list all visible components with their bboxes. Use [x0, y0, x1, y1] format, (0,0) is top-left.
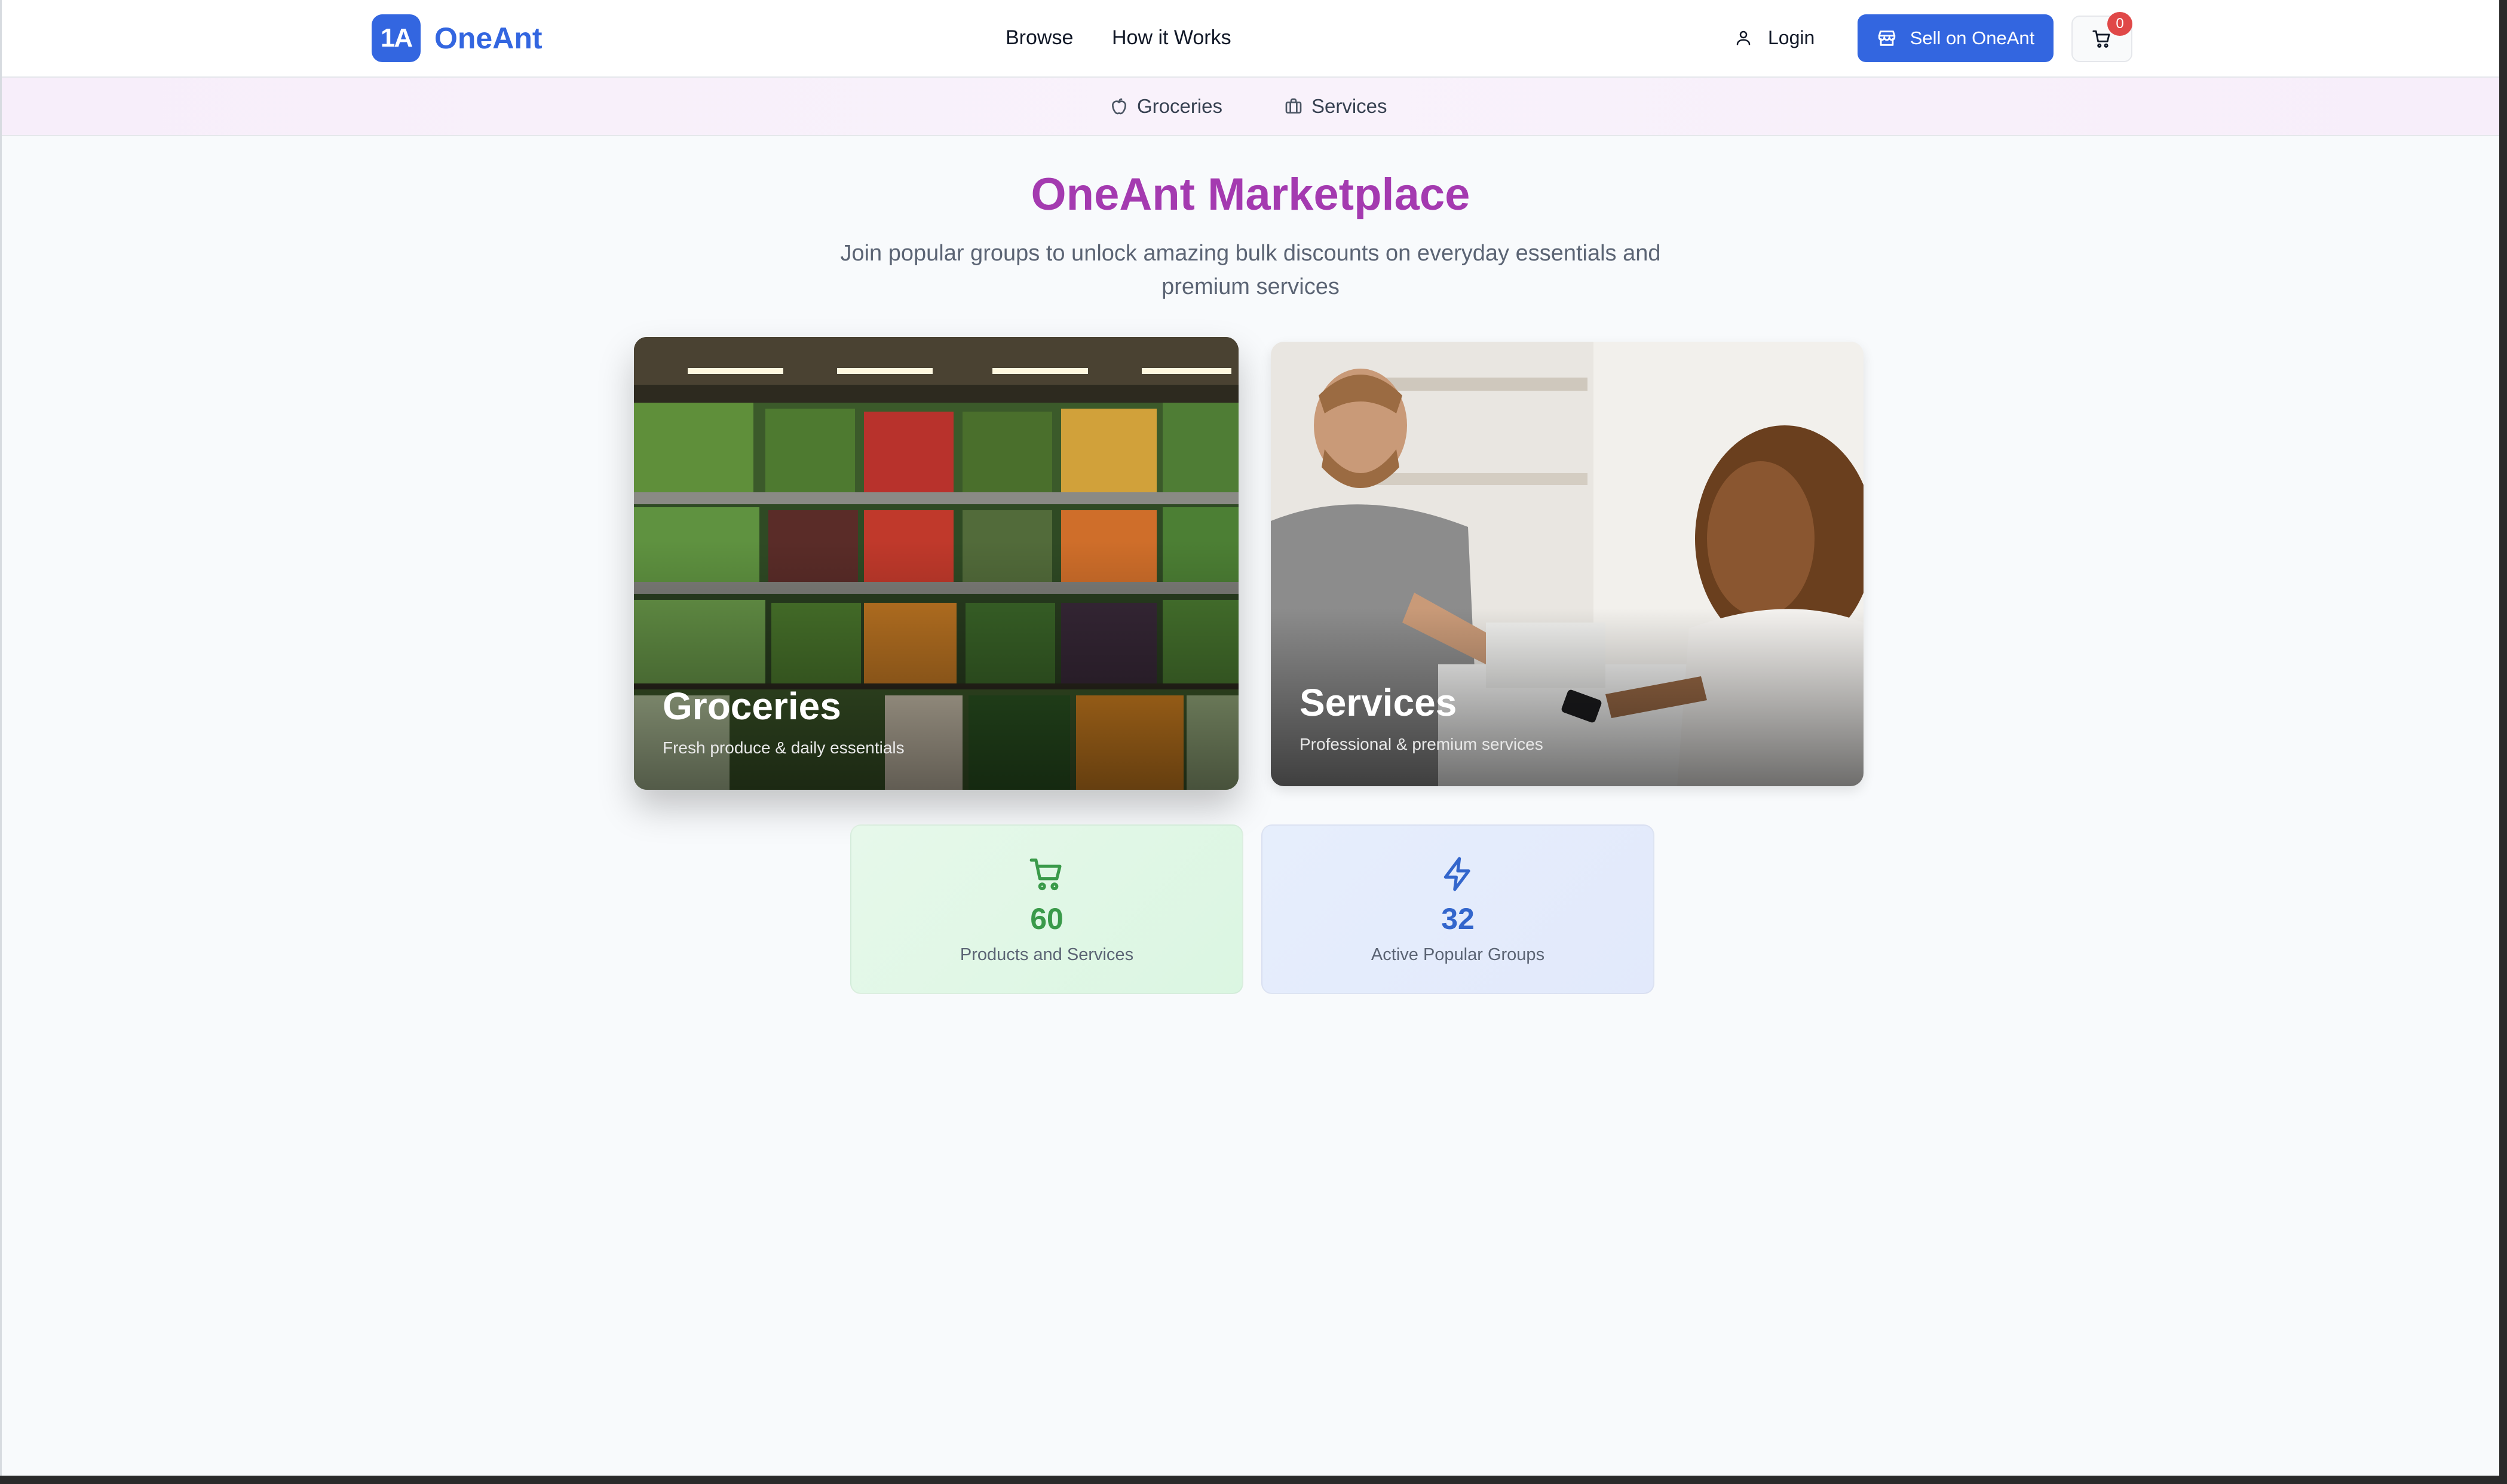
page-subtitle: Join popular groups to unlock amazing bu…: [840, 241, 1661, 299]
card-subtitle: Fresh produce & daily essentials: [663, 738, 905, 757]
nav-how-it-works[interactable]: How it Works: [1112, 24, 1231, 51]
sell-label: Sell on OneAnt: [1910, 27, 2035, 48]
category-bar: Groceries Services: [2, 78, 2499, 136]
groceries-card[interactable]: Groceries Fresh produce & daily essentia…: [634, 337, 1239, 790]
card-title: Groceries: [663, 685, 841, 728]
category-services[interactable]: Services: [1284, 93, 1387, 119]
nav-browse[interactable]: Browse: [1006, 24, 1073, 51]
stat-label: Active Popular Groups: [1371, 945, 1545, 964]
stat-value: 60: [1030, 902, 1064, 936]
cart-icon: [2092, 30, 2110, 48]
stat-groups: 32 Active Popular Groups: [1261, 824, 1654, 994]
sell-button[interactable]: Sell on OneAnt: [1858, 14, 2054, 62]
user-icon: [1736, 30, 1751, 45]
stat-label: Products and Services: [960, 945, 1134, 964]
page: 1A OneAnt Browse How it Works Login Sell…: [0, 0, 2499, 1476]
top-header: 1A OneAnt Browse How it Works Login Sell…: [2, 0, 2499, 78]
logo-text[interactable]: OneAnt: [434, 18, 543, 59]
briefcase-icon: [1285, 98, 1302, 114]
store-icon: [1878, 30, 1895, 46]
lightning-icon: [1443, 857, 1470, 891]
card-title: Services: [1300, 681, 1457, 724]
apple-icon: [1112, 98, 1126, 115]
card-subtitle: Professional & premium services: [1300, 735, 1543, 753]
category-label: Services: [1311, 95, 1387, 117]
stat-products: 60 Products and Services: [850, 824, 1243, 994]
logo-badge[interactable]: 1A: [372, 14, 421, 62]
stat-value: 32: [1441, 902, 1475, 936]
category-label: Groceries: [1137, 95, 1223, 117]
cart-icon: [1029, 858, 1062, 891]
page-title: OneAnt Marketplace: [1031, 169, 1470, 220]
login-button[interactable]: Login: [1734, 23, 1815, 53]
services-card[interactable]: Services Professional & premium services: [1271, 342, 1864, 786]
login-label: Login: [1768, 26, 1815, 48]
cart-count-badge: 0: [2107, 12, 2132, 36]
category-groceries[interactable]: Groceries: [1110, 93, 1222, 119]
